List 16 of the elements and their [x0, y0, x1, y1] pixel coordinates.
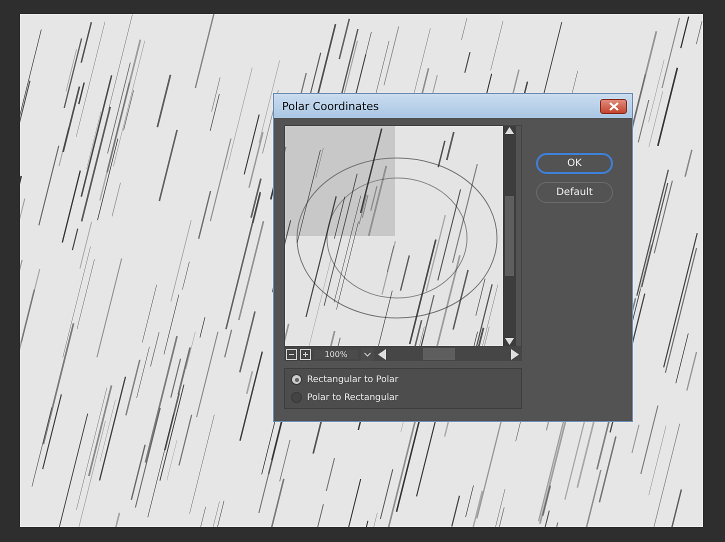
horizontal-scrollbar[interactable] — [377, 348, 520, 360]
scroll-right-icon[interactable] — [510, 348, 520, 360]
radio-option[interactable]: Polar to Rectangular — [291, 392, 515, 403]
zoom-level: 100% — [314, 350, 358, 358]
ok-button[interactable]: OK — [536, 153, 613, 174]
default-button[interactable]: Default — [536, 182, 613, 203]
scroll-up-icon[interactable] — [505, 126, 514, 135]
scroll-left-icon[interactable] — [377, 348, 387, 360]
vertical-scrollbar[interactable] — [503, 126, 516, 346]
radio-button[interactable] — [291, 374, 302, 385]
close-icon — [608, 102, 618, 110]
window-title: Polar Coordinates — [282, 100, 379, 112]
zoom-out-icon[interactable] — [286, 348, 297, 360]
radio-option[interactable]: Rectangular to Polar — [291, 374, 515, 385]
close-button[interactable] — [600, 98, 627, 114]
zoom-in-icon[interactable] — [300, 348, 311, 360]
